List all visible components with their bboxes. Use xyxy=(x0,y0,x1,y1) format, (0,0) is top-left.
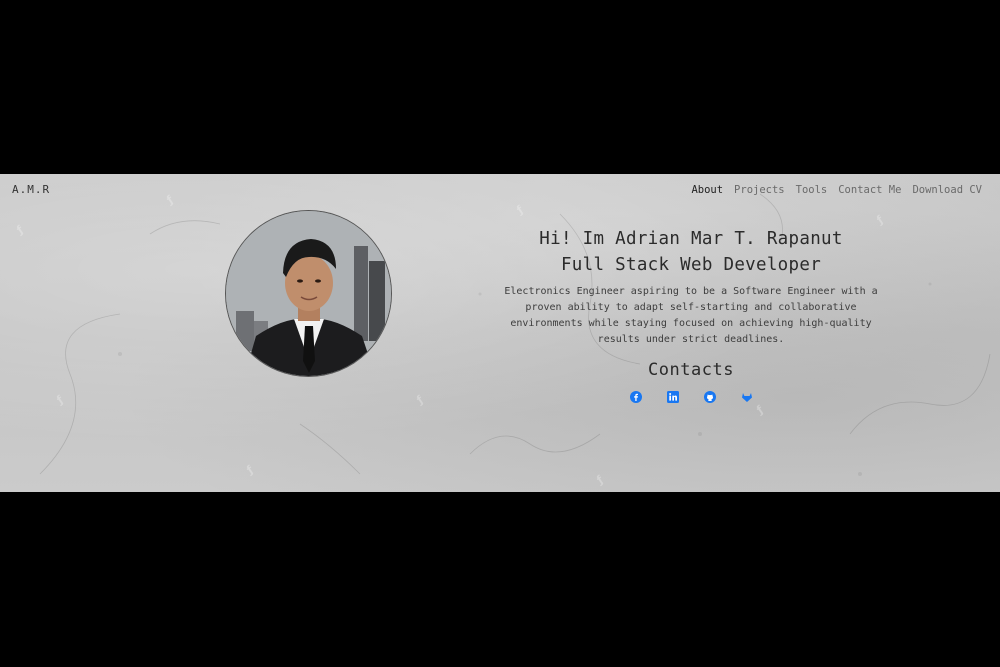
svg-text:ƒ: ƒ xyxy=(13,223,25,237)
profile-photo xyxy=(225,210,392,377)
nav-about[interactable]: About xyxy=(691,184,723,196)
nav-projects[interactable]: Projects xyxy=(734,184,785,196)
svg-text:ƒ: ƒ xyxy=(593,473,605,487)
intro-block: Hi! Im Adrian Mar T. Rapanut Full Stack … xyxy=(480,226,902,403)
contacts-heading: Contacts xyxy=(648,360,734,380)
facebook-icon[interactable] xyxy=(629,388,642,403)
nav-tools[interactable]: Tools xyxy=(796,184,828,196)
gitlab-icon[interactable] xyxy=(741,388,753,402)
contact-icons xyxy=(480,388,902,403)
nav-contact-me[interactable]: Contact Me xyxy=(838,184,901,196)
svg-text:ƒ: ƒ xyxy=(873,213,885,227)
nav-download-cv[interactable]: Download CV xyxy=(912,184,982,196)
svg-text:ƒ: ƒ xyxy=(53,393,65,407)
svg-text:ƒ: ƒ xyxy=(413,393,425,407)
github-icon[interactable] xyxy=(703,388,716,403)
svg-text:ƒ: ƒ xyxy=(513,203,525,217)
role-heading: Full Stack Web Developer xyxy=(560,255,822,275)
greeting-heading: Hi! Im Adrian Mar T. Rapanut xyxy=(539,229,843,249)
svg-text:ƒ: ƒ xyxy=(753,403,765,417)
svg-text:ƒ: ƒ xyxy=(243,463,255,477)
brand-logo[interactable]: A.M.R xyxy=(12,183,50,196)
bio-text: Electronics Engineer aspiring to be a So… xyxy=(504,286,878,345)
linkedin-icon[interactable] xyxy=(666,388,679,403)
hero-section: ƒ ƒ ƒ ƒ ƒ ƒ ƒ ƒ ƒ A.M.R About Projects T… xyxy=(0,174,1000,492)
profile-illustration xyxy=(226,211,391,376)
svg-text:ƒ: ƒ xyxy=(163,193,175,207)
top-nav: About Projects Tools Contact Me Download… xyxy=(691,184,982,196)
